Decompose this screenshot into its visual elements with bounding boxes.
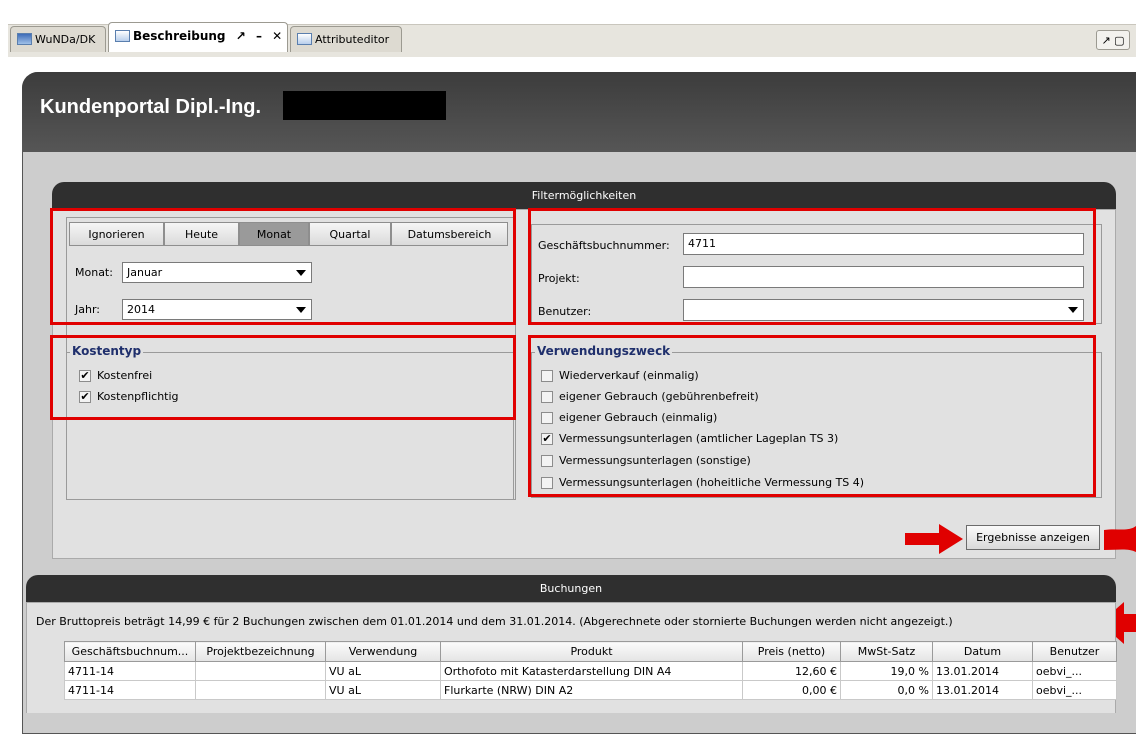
bookings-summary: Der Bruttopreis beträgt 14,99 € für 2 Bu…	[36, 615, 953, 628]
red-arrow-curved-icon	[1104, 526, 1136, 552]
show-results-button[interactable]: Ergebnisse anzeigen	[966, 525, 1100, 550]
table-cell: 13.01.2014	[932, 680, 1033, 700]
pin-icon[interactable]: ↗	[236, 23, 246, 49]
minimize-icon[interactable]: –	[256, 23, 262, 49]
page-title: Kundenportal Dipl.-Ing.	[40, 96, 262, 118]
map-icon	[17, 33, 32, 45]
table-header-row: Geschäftsbuchnum... Projektbezeichnung V…	[64, 641, 1117, 662]
bookings-table: Geschäftsbuchnum... Projektbezeichnung V…	[64, 641, 1117, 700]
table-cell	[195, 661, 326, 681]
table-cell: 4711-14	[64, 661, 196, 681]
table-cell: Orthofoto mit Katasterdarstellung DIN A4	[440, 661, 743, 681]
document-icon	[115, 30, 130, 42]
column-header[interactable]: Produkt	[440, 641, 743, 662]
tab-wunda-dk[interactable]: WuNDa/DK	[10, 26, 106, 52]
bookings-section-header: Buchungen	[26, 575, 1116, 602]
column-header[interactable]: Verwendung	[325, 641, 441, 662]
table-row[interactable]: 4711-14 VU aL Orthofoto mit Katasterdars…	[64, 661, 1117, 681]
table-cell: oebvi_...	[1032, 680, 1117, 700]
column-header[interactable]: Geschäftsbuchnum...	[64, 641, 196, 662]
column-header[interactable]: Benutzer	[1032, 641, 1117, 662]
table-cell: 12,60 €	[742, 661, 841, 681]
highlight-box-cost-type	[50, 335, 516, 420]
table-cell	[195, 680, 326, 700]
table-cell: Flurkarte (NRW) DIN A2	[440, 680, 743, 700]
table-cell: 19,0 %	[840, 661, 933, 681]
table-cell: oebvi_...	[1032, 661, 1117, 681]
tab-attributeditor[interactable]: Attributeditor	[290, 26, 402, 52]
table-cell: VU aL	[325, 680, 441, 700]
filter-section-header: Filtermöglichkeiten	[52, 182, 1116, 209]
table-row[interactable]: 4711-14 VU aL Flurkarte (NRW) DIN A2 0,0…	[64, 680, 1117, 700]
column-header[interactable]: Datum	[932, 641, 1033, 662]
column-header[interactable]: Preis (netto)	[742, 641, 841, 662]
table-cell: 13.01.2014	[932, 661, 1033, 681]
highlight-box-date	[50, 208, 516, 325]
table-cell: 0,00 €	[742, 680, 841, 700]
table-cell: 4711-14	[64, 680, 196, 700]
close-icon[interactable]: ✕	[272, 23, 282, 49]
restore-view-button[interactable]: ↗ ▢	[1096, 30, 1130, 50]
tab-beschreibung[interactable]: Beschreibung ↗ – ✕	[108, 22, 288, 52]
red-arrow-right-icon	[905, 524, 963, 554]
column-header[interactable]: MwSt-Satz	[840, 641, 933, 662]
table-cell: VU aL	[325, 661, 441, 681]
column-header[interactable]: Projektbezeichnung	[195, 641, 326, 662]
redaction-block	[283, 91, 446, 120]
highlight-box-text-filters	[528, 208, 1096, 325]
table-icon	[297, 33, 312, 45]
highlight-box-purpose	[528, 335, 1096, 497]
table-cell: 0,0 %	[840, 680, 933, 700]
